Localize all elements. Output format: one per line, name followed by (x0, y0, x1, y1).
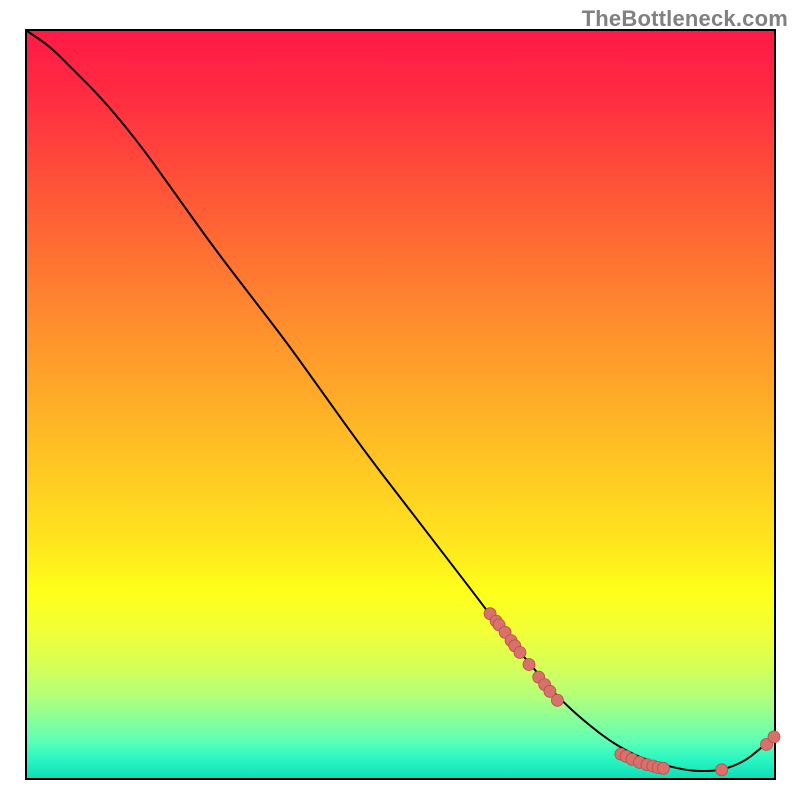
data-marker (657, 762, 669, 774)
data-marker (716, 764, 728, 776)
data-marker (514, 647, 526, 659)
data-marker (523, 659, 535, 671)
data-marker (551, 694, 563, 706)
data-marker (768, 731, 780, 743)
plot-area (25, 29, 776, 780)
chart-overlay-svg (27, 31, 774, 778)
chart-container: TheBottleneck.com (0, 0, 800, 800)
bottleneck-curve (27, 31, 774, 771)
data-markers (484, 608, 780, 776)
